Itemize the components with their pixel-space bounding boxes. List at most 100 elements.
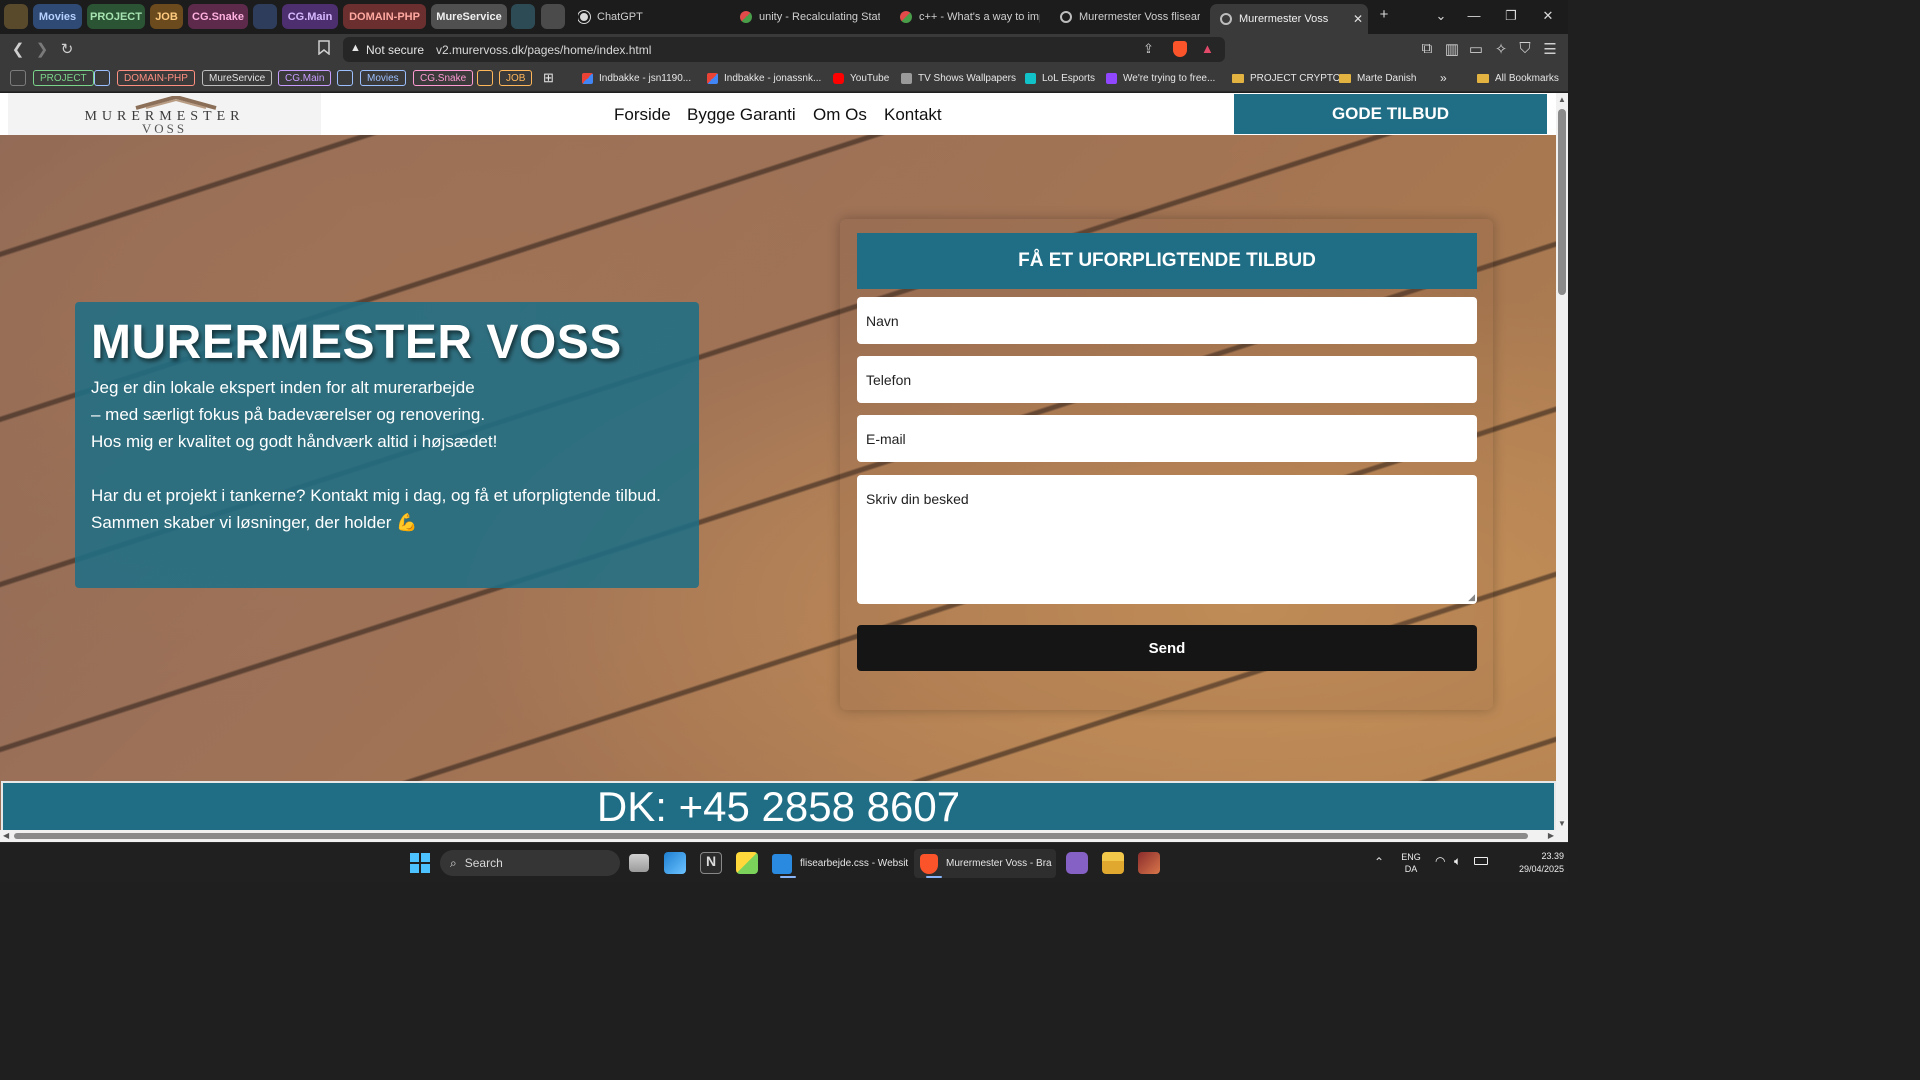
bookmark-youtube[interactable]: YouTube [833, 70, 889, 86]
site-logo[interactable]: MURERMESTER VOSS [8, 93, 321, 135]
bookmark-folder-marte-danish[interactable]: Marte Danish [1339, 70, 1416, 86]
vertical-scrollbar[interactable]: ▲ ▼ [1556, 93, 1568, 830]
bookmark-lol-esports[interactable]: LoL Esports [1025, 70, 1095, 86]
scroll-right-icon[interactable]: ▶ [1548, 831, 1554, 840]
tab-group-chip[interactable] [541, 4, 565, 29]
nav-kontakt[interactable]: Kontakt [884, 105, 942, 125]
wifi-icon[interactable]: ◠ [1435, 854, 1445, 868]
tab-cpp[interactable]: c++ - What's a way to impl [900, 4, 1040, 30]
bookmark-group-project[interactable]: PROJECT [33, 70, 94, 86]
nav-om-os[interactable]: Om Os [813, 105, 867, 125]
tab-group-movies[interactable]: Movies [33, 4, 82, 29]
bookmark-folder-all[interactable]: All Bookmarks [1477, 70, 1559, 86]
close-window-button[interactable]: ✕ [1539, 8, 1557, 24]
bookmark-group-movies[interactable]: Movies [360, 70, 406, 86]
maximize-button[interactable]: ❐ [1502, 8, 1520, 24]
minimize-button[interactable]: — [1465, 8, 1483, 23]
bookmark-group-cg-main[interactable]: CG.Main [278, 70, 332, 86]
bookmark-group-chip[interactable] [94, 70, 110, 86]
send-button[interactable]: Send [857, 625, 1477, 671]
bookmark-page-icon[interactable] [315, 40, 333, 59]
photos-icon[interactable] [664, 852, 686, 874]
sticky-notes-icon[interactable] [736, 852, 758, 874]
url-text[interactable]: v2.murervoss.dk/pages/home/index.html [436, 43, 651, 57]
bookmark-label: YouTube [850, 72, 890, 84]
bookmark-group-domain-php[interactable]: DOMAIN-PHP [117, 70, 195, 86]
extensions-icon[interactable]: ⧉ [1418, 40, 1436, 57]
tab-group-project[interactable]: PROJECT [87, 4, 145, 29]
phone-banner[interactable]: DK: +45 2858 8607 [1, 781, 1556, 830]
brave-rewards-icon[interactable]: ▲ [1201, 41, 1214, 56]
email-field[interactable]: E-mail [857, 415, 1477, 462]
taskbar-search[interactable]: ⌕ Search [440, 850, 620, 876]
nav-forside[interactable]: Forside [614, 105, 671, 125]
security-label[interactable]: Not secure [366, 43, 424, 57]
forward-icon[interactable]: ❯ [33, 40, 51, 58]
notion-icon[interactable]: N [700, 852, 722, 874]
visual-studio-icon[interactable] [1066, 852, 1088, 874]
tab-search-icon[interactable]: ⌄ [1432, 8, 1450, 24]
scroll-left-icon[interactable]: ◀ [3, 831, 9, 840]
phone-field[interactable]: Telefon [857, 356, 1477, 403]
volume-icon[interactable]: 🔈︎ [1454, 854, 1461, 869]
battery-icon[interactable] [1474, 857, 1488, 865]
bookmark-group-chip[interactable] [477, 70, 493, 86]
name-field[interactable]: Navn [857, 297, 1477, 344]
bookmarks-overflow-icon[interactable]: » [1440, 70, 1447, 86]
bookmark-group-mureservice[interactable]: MureService [202, 70, 273, 86]
tab-group-domain-php[interactable]: DOMAIN-PHP [343, 4, 426, 29]
bookmark-group-cg-snake[interactable]: CG.Snake [413, 70, 474, 86]
vpn-icon[interactable]: ⛉ [1516, 40, 1534, 57]
leo-ai-icon[interactable]: ✧ [1492, 40, 1510, 58]
bookmark-group-job[interactable]: JOB [499, 70, 533, 86]
back-icon[interactable]: ❮ [9, 40, 27, 58]
windows-start-icon[interactable] [410, 853, 430, 873]
tab-group-chip[interactable] [4, 4, 28, 29]
tab-group-mureservice[interactable]: MureService [431, 4, 507, 29]
tab-group-cg-main[interactable]: CG.Main [282, 4, 338, 29]
file-explorer-icon[interactable] [1102, 852, 1124, 874]
language-indicator[interactable]: ENG DA [1398, 851, 1424, 875]
bookmark-folder-project-crypto[interactable]: PROJECT CRYPTO [1232, 70, 1341, 86]
tab-unity[interactable]: unity - Recalculating Stats A [740, 4, 880, 30]
tab-murermester-flisearbejde[interactable]: Murermester Voss flisearbej [1060, 4, 1200, 30]
nav-bygge-garanti[interactable]: Bygge Garanti [687, 105, 796, 125]
resize-handle-icon[interactable]: ◢ [1468, 592, 1475, 603]
tab-group-cg-snake[interactable]: CG.Snake [188, 4, 248, 29]
scroll-up-icon[interactable]: ▲ [1558, 95, 1566, 104]
tab-group-chip[interactable] [511, 4, 535, 29]
taskbar-vscode[interactable]: flisearbejde.css - Websit [768, 849, 910, 878]
reload-icon[interactable]: ↻ [58, 40, 76, 58]
new-tab-button[interactable]: + [1375, 6, 1393, 23]
bookmark-tv-wallpapers[interactable]: TV Shows Wallpapers [901, 70, 1016, 86]
share-icon[interactable]: ⇪ [1143, 41, 1154, 57]
bookmark-group-chip[interactable] [10, 70, 26, 86]
close-tab-icon[interactable]: ✕ [1353, 12, 1363, 26]
apps-grid-icon[interactable]: ⊞ [543, 70, 554, 86]
brave-shields-icon[interactable] [1173, 41, 1187, 57]
tab-title: Murermester Voss [1239, 13, 1329, 25]
bookmark-gmail-2[interactable]: Indbakke - jonassnk... [707, 70, 821, 86]
task-view-icon[interactable] [629, 854, 649, 872]
address-bar[interactable]: ▲ Not secure v2.murervoss.dk/pages/home/… [343, 37, 1225, 62]
sidebar-icon[interactable]: ▥ [1443, 40, 1461, 58]
horizontal-scrollbar[interactable]: ◀ ▶ [0, 830, 1568, 842]
bookmark-twitch[interactable]: We're trying to free... [1106, 70, 1215, 86]
wallet-icon[interactable]: ▭ [1467, 40, 1485, 58]
message-field[interactable]: Skriv din besked ◢ [857, 475, 1477, 604]
tab-murermester-voss[interactable]: Murermester Voss ✕ [1210, 4, 1368, 34]
tab-group-chip[interactable] [253, 4, 277, 29]
horizontal-scroll-thumb[interactable] [14, 833, 1528, 839]
clock[interactable]: 23.39 29/04/2025 [1496, 850, 1564, 876]
tray-overflow-icon[interactable]: ⌃ [1374, 855, 1384, 869]
scroll-down-icon[interactable]: ▼ [1558, 819, 1566, 828]
tab-group-job[interactable]: JOB [150, 4, 183, 29]
menu-icon[interactable]: ☰ [1541, 40, 1559, 58]
bookmark-gmail-1[interactable]: Indbakke - jsn1190... [582, 70, 691, 86]
taskbar-brave[interactable]: Murermester Voss - Bra [914, 849, 1056, 878]
tab-chatgpt[interactable]: ChatGPT [578, 4, 728, 30]
gode-tilbud-button[interactable]: GODE TILBUD [1234, 94, 1547, 134]
game-icon[interactable] [1138, 852, 1160, 874]
bookmark-group-chip[interactable] [337, 70, 353, 86]
vertical-scroll-thumb[interactable] [1558, 109, 1566, 295]
